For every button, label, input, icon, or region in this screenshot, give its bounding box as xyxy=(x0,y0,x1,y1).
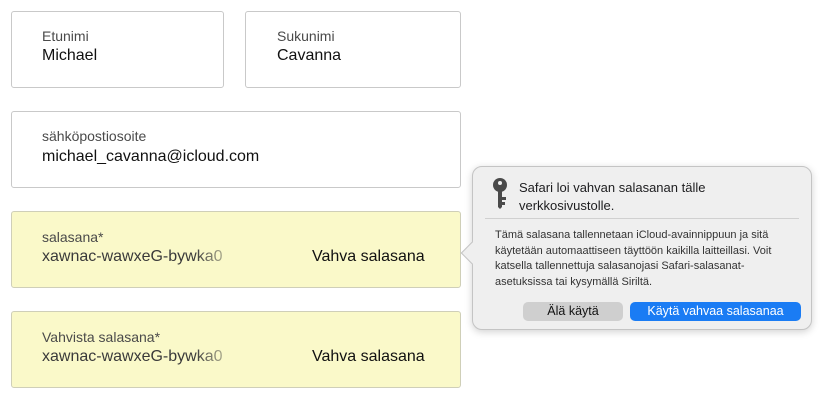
strong-password-popover: Safari loi vahvan salasanan tälle verkko… xyxy=(460,166,812,330)
email-value: michael_cavanna@icloud.com xyxy=(42,148,260,165)
confirm-password-strength-label: Vahva salasana xyxy=(312,348,425,365)
confirm-password-value: xawnac-wawxeG-bywka0 xyxy=(42,348,223,365)
last-name-field[interactable]: Sukunimi Cavanna xyxy=(245,11,461,88)
password-label: salasana* xyxy=(42,229,104,245)
email-label: sähköpostiosoite xyxy=(42,128,147,144)
popover-arrow xyxy=(460,241,484,265)
use-strong-password-button[interactable]: Käytä vahvaa salasanaa xyxy=(630,302,801,321)
first-name-label: Etunimi xyxy=(42,28,89,44)
confirm-password-label: Vahvista salasana* xyxy=(42,329,161,345)
first-name-field[interactable]: Etunimi Michael xyxy=(11,11,224,88)
password-field[interactable]: salasana* xawnac-wawxeG-bywka0 Vahva sal… xyxy=(11,211,461,288)
email-field[interactable]: sähköpostiosoite michael_cavanna@icloud.… xyxy=(11,111,461,188)
last-name-label: Sukunimi xyxy=(277,28,335,44)
popover-title: Safari loi vahvan salasanan tälle verkko… xyxy=(519,180,706,213)
key-icon xyxy=(493,178,507,209)
password-value: xawnac-wawxeG-bywka0 xyxy=(42,248,223,265)
confirm-password-field[interactable]: Vahvista salasana* xawnac-wawxeG-bywka0 … xyxy=(11,311,461,388)
password-strength-label: Vahva salasana xyxy=(312,248,425,265)
popover-description: Tämä salasana tallennetaan iCloud-avainn… xyxy=(495,229,772,288)
last-name-value: Cavanna xyxy=(277,47,342,64)
dont-use-button[interactable]: Älä käytä xyxy=(523,302,623,321)
popover-divider xyxy=(485,218,799,219)
first-name-value: Michael xyxy=(42,47,98,64)
